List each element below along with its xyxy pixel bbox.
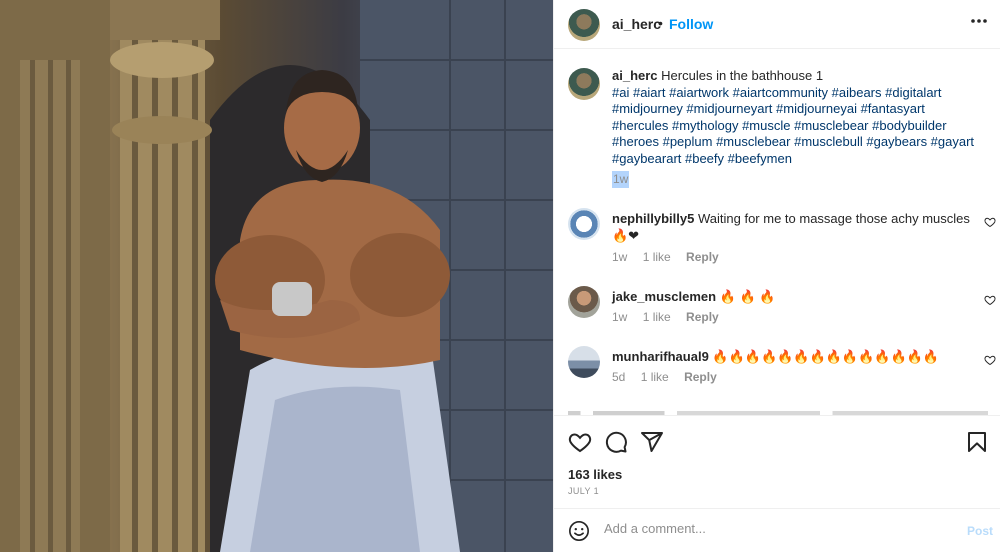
comment-emoji: 🔥❤ [612, 228, 640, 243]
more-horizontal-icon[interactable] [971, 18, 987, 24]
comment-username[interactable]: jake_musclemen [612, 289, 716, 304]
comment-input[interactable] [604, 521, 934, 536]
post-header: ai_herc • Follow [554, 0, 1000, 49]
comment-icon[interactable] [604, 430, 628, 454]
post-date: JULY 1 [568, 486, 600, 496]
heart-icon[interactable] [568, 430, 592, 454]
comment-heart-icon[interactable] [984, 354, 996, 366]
post-image[interactable] [0, 0, 553, 552]
comment-time[interactable]: 1w [612, 250, 627, 264]
separator-dot: • [658, 15, 663, 31]
comment-emoji: 🔥 🔥 🔥 [719, 289, 776, 304]
comments-list[interactable]: ai_herc Hercules in the bathhouse 1 #ai … [554, 50, 1000, 415]
reply-button[interactable]: Reply [686, 310, 719, 324]
author-avatar[interactable] [568, 9, 600, 41]
comment-username[interactable]: munharifhaual9 [612, 349, 709, 364]
comment-likes[interactable]: 1 like [643, 310, 671, 324]
author-username[interactable]: ai_herc [612, 16, 661, 32]
next-comment-partial [568, 405, 988, 415]
caption-username[interactable]: ai_herc [612, 68, 658, 83]
bookmark-icon[interactable] [965, 430, 989, 454]
comment-body: jake_musclemen 🔥 🔥 🔥 [612, 288, 972, 305]
add-comment-bar: Post [554, 508, 1000, 552]
comment-meta: 5d 1 like Reply [612, 370, 729, 384]
caption-hashtags[interactable]: #ai #aiart #aiartwork #aiartcommunity #a… [612, 85, 942, 100]
caption-hashtags[interactable]: #gaybearart #beefy #beefymen [612, 151, 792, 166]
post-details-panel: ai_herc • Follow ai_herc Hercules in the… [553, 0, 1000, 552]
likes-count[interactable]: 163 likes [568, 467, 622, 482]
comment-meta: 1w 1 like Reply [612, 310, 731, 324]
comment-text: Waiting for me to massage those achy mus… [697, 211, 970, 226]
comment-time[interactable]: 1w [612, 310, 627, 324]
comment-heart-icon[interactable] [984, 216, 996, 228]
caption-timestamp[interactable]: 1w [612, 171, 630, 188]
comment-body: munharifhaual9 🔥🔥🔥🔥🔥🔥🔥🔥🔥🔥🔥🔥🔥🔥 [612, 348, 972, 365]
caption-avatar[interactable] [568, 68, 600, 100]
caption-body: ai_herc Hercules in the bathhouse 1 #ai … [612, 68, 990, 188]
comment-heart-icon[interactable] [984, 294, 996, 306]
comment-time[interactable]: 5d [612, 370, 625, 384]
commenter-avatar[interactable] [568, 346, 600, 378]
commenter-avatar[interactable] [568, 208, 600, 240]
caption-hashtags[interactable]: #heroes #peplum #musclebear #musclebull … [612, 134, 974, 149]
share-icon[interactable] [640, 430, 664, 454]
reply-button[interactable]: Reply [686, 250, 719, 264]
comment-likes[interactable]: 1 like [643, 250, 671, 264]
comment-emoji: 🔥🔥🔥🔥🔥🔥🔥🔥🔥🔥🔥🔥🔥🔥 [712, 349, 940, 364]
comment-likes[interactable]: 1 like [641, 370, 669, 384]
caption-hashtags[interactable]: #midjourney #midjourneyart #midjourneyai… [612, 101, 925, 116]
comment-meta: 1w 1 like Reply [612, 250, 731, 264]
comment-body: nephillybilly5 Waiting for me to massage… [612, 210, 972, 244]
emoji-icon[interactable] [568, 520, 590, 542]
caption-hashtags[interactable]: #hercules #mythology #muscle #musclebear… [612, 118, 947, 133]
caption-text: Hercules in the bathhouse 1 [661, 68, 824, 83]
comment-username[interactable]: nephillybilly5 [612, 211, 694, 226]
commenter-avatar[interactable] [568, 286, 600, 318]
hercules-artwork [0, 0, 553, 552]
follow-button[interactable]: Follow [669, 16, 713, 32]
post-comment-button[interactable]: Post [967, 524, 993, 538]
reply-button[interactable]: Reply [684, 370, 717, 384]
